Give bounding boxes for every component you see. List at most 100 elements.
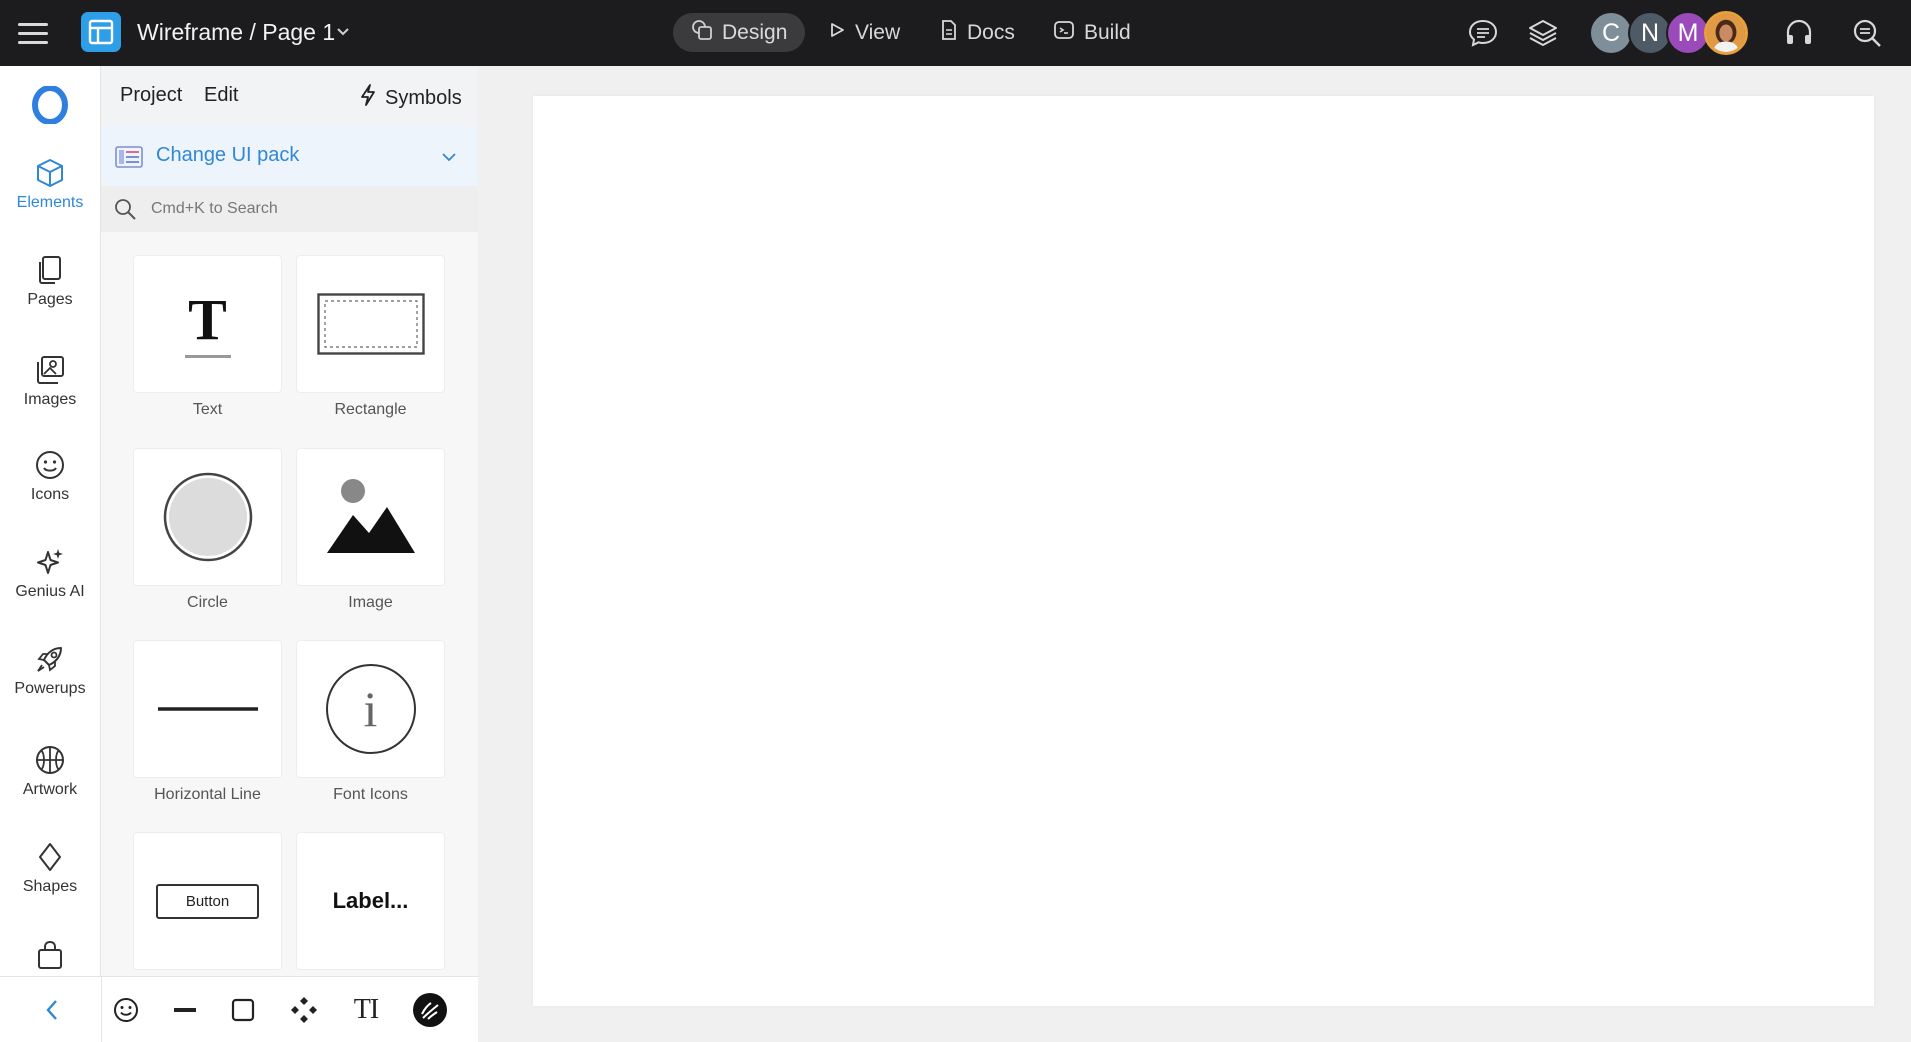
text-tool-icon[interactable]: TI <box>347 991 385 1029</box>
text-preview-glyph: T <box>188 286 227 352</box>
ui-pack-icon <box>115 146 143 173</box>
top-bar: Wireframe / Page 1 Design View Docs Buil… <box>0 0 1911 66</box>
elements-panel: Project Edit Symbols Change UI pack T Te… <box>101 66 478 976</box>
panel-menu-bar: Project Edit Symbols <box>101 66 478 126</box>
circle-preview-icon <box>163 472 252 562</box>
sidebar-item-label: Elements <box>16 194 84 211</box>
brand-logo-icon <box>31 85 69 125</box>
element-tile-button[interactable]: Button <box>133 832 282 970</box>
images-icon <box>33 353 67 387</box>
draw-icon[interactable] <box>411 991 449 1029</box>
build-mode-button[interactable]: Build <box>1035 13 1149 52</box>
sidebar-item-label: Shapes <box>22 878 78 895</box>
lightning-icon <box>359 83 377 113</box>
user-avatar-photo[interactable] <box>1704 11 1748 55</box>
collaborator-avatar-c[interactable]: C <box>1589 11 1633 55</box>
smiley-icon[interactable] <box>107 991 145 1029</box>
bottom-toolbar: TI <box>0 976 478 1042</box>
view-mode-label: View <box>855 20 901 44</box>
element-label-horizontal-line: Horizontal Line <box>154 786 261 803</box>
sidebar-item-artwork[interactable]: Artwork <box>0 743 100 823</box>
element-tile-rectangle[interactable] <box>296 255 445 393</box>
sidebar-item-label: Genius AI <box>15 583 85 600</box>
sidebar-item-label: Icons <box>30 486 70 503</box>
sidebar-item-label: Pages <box>27 291 73 308</box>
ui-pack-label: Change UI pack <box>156 144 300 166</box>
square-icon[interactable] <box>224 991 262 1029</box>
layers-icon[interactable] <box>1524 14 1562 52</box>
basketball-icon <box>33 743 67 777</box>
design-mode-button[interactable]: Design <box>673 13 806 52</box>
sidebar-item-images[interactable]: Images <box>0 353 100 433</box>
element-label-text: Text <box>192 401 223 418</box>
button-preview: Button <box>156 883 259 919</box>
element-label-rectangle: Rectangle <box>334 401 407 418</box>
pages-icon <box>33 253 67 287</box>
search-box <box>101 186 478 232</box>
line-icon[interactable] <box>166 991 204 1029</box>
headset-icon[interactable] <box>1780 14 1818 52</box>
left-sidebar: Elements Pages Images Icons Genius AI Po… <box>0 66 101 976</box>
sidebar-item-powerups[interactable]: Powerups <box>0 642 100 722</box>
horizontal-line-preview-icon <box>157 707 258 711</box>
element-tile-label[interactable]: Label... <box>296 832 445 970</box>
chevron-down-icon <box>441 150 457 168</box>
toolbar-divider <box>101 977 102 1042</box>
menu-edit[interactable]: Edit <box>204 84 238 107</box>
rectangle-preview-icon <box>316 293 425 355</box>
build-mode-label: Build <box>1084 20 1131 44</box>
image-preview-icon <box>326 479 415 553</box>
element-tile-circle[interactable] <box>133 448 282 586</box>
smiley-icon <box>33 448 67 482</box>
comments-icon[interactable] <box>1464 14 1502 52</box>
sparkle-icon <box>33 545 67 579</box>
symbols-button[interactable]: Symbols <box>359 83 462 113</box>
chevron-left-icon[interactable] <box>37 994 67 1026</box>
element-tile-font-icons[interactable]: i <box>296 640 445 778</box>
component-icon[interactable] <box>285 991 323 1029</box>
sidebar-item-store[interactable] <box>0 938 100 976</box>
terminal-icon <box>1053 19 1075 47</box>
menu-icon[interactable] <box>18 17 50 49</box>
sidebar-item-label: Artwork <box>22 781 78 798</box>
view-mode-button[interactable]: View <box>810 13 918 52</box>
artboard[interactable] <box>533 96 1874 1006</box>
rocket-icon <box>33 642 67 676</box>
search-icon <box>113 197 137 226</box>
sidebar-item-pages[interactable]: Pages <box>0 253 100 333</box>
docs-mode-label: Docs <box>967 20 1015 44</box>
diamond-icon <box>33 840 67 874</box>
element-tile-horizontal-line[interactable] <box>133 640 282 778</box>
text-element-preview: T <box>184 286 231 358</box>
docs-mode-button[interactable]: Docs <box>922 13 1033 52</box>
sidebar-item-shapes[interactable]: Shapes <box>0 840 100 920</box>
sidebar-item-elements[interactable]: Elements <box>0 156 100 236</box>
cube-icon <box>33 156 67 190</box>
search-input[interactable] <box>151 194 461 224</box>
info-preview-icon: i <box>325 664 416 754</box>
element-label-font-icons: Font Icons <box>333 786 408 803</box>
design-icon <box>691 19 713 47</box>
sidebar-item-genius-ai[interactable]: Genius AI <box>0 545 100 625</box>
info-preview-glyph: i <box>363 681 378 737</box>
app-logo-icon[interactable] <box>81 12 121 52</box>
sidebar-item-icons[interactable]: Icons <box>0 448 100 528</box>
design-mode-label: Design <box>722 20 788 44</box>
element-label-image: Image <box>348 594 393 611</box>
element-tile-image[interactable] <box>296 448 445 586</box>
zoom-icon[interactable] <box>1848 14 1886 52</box>
element-tile-text[interactable]: T <box>133 255 282 393</box>
menu-project[interactable]: Project <box>120 84 182 107</box>
chevron-down-icon[interactable] <box>335 24 351 45</box>
change-ui-pack-dropdown[interactable]: Change UI pack <box>101 126 478 186</box>
text-tool-glyph: TI <box>353 994 379 1025</box>
play-icon <box>828 21 846 45</box>
label-preview: Label... <box>332 888 409 913</box>
symbols-label: Symbols <box>385 86 462 109</box>
document-icon <box>940 19 958 47</box>
sidebar-item-label: Powerups <box>14 680 86 697</box>
sidebar-item-label: Images <box>23 391 77 408</box>
document-title[interactable]: Wireframe / Page 1 <box>137 19 335 46</box>
element-label-circle: Circle <box>187 594 228 611</box>
canvas-workspace[interactable] <box>478 66 1911 1042</box>
